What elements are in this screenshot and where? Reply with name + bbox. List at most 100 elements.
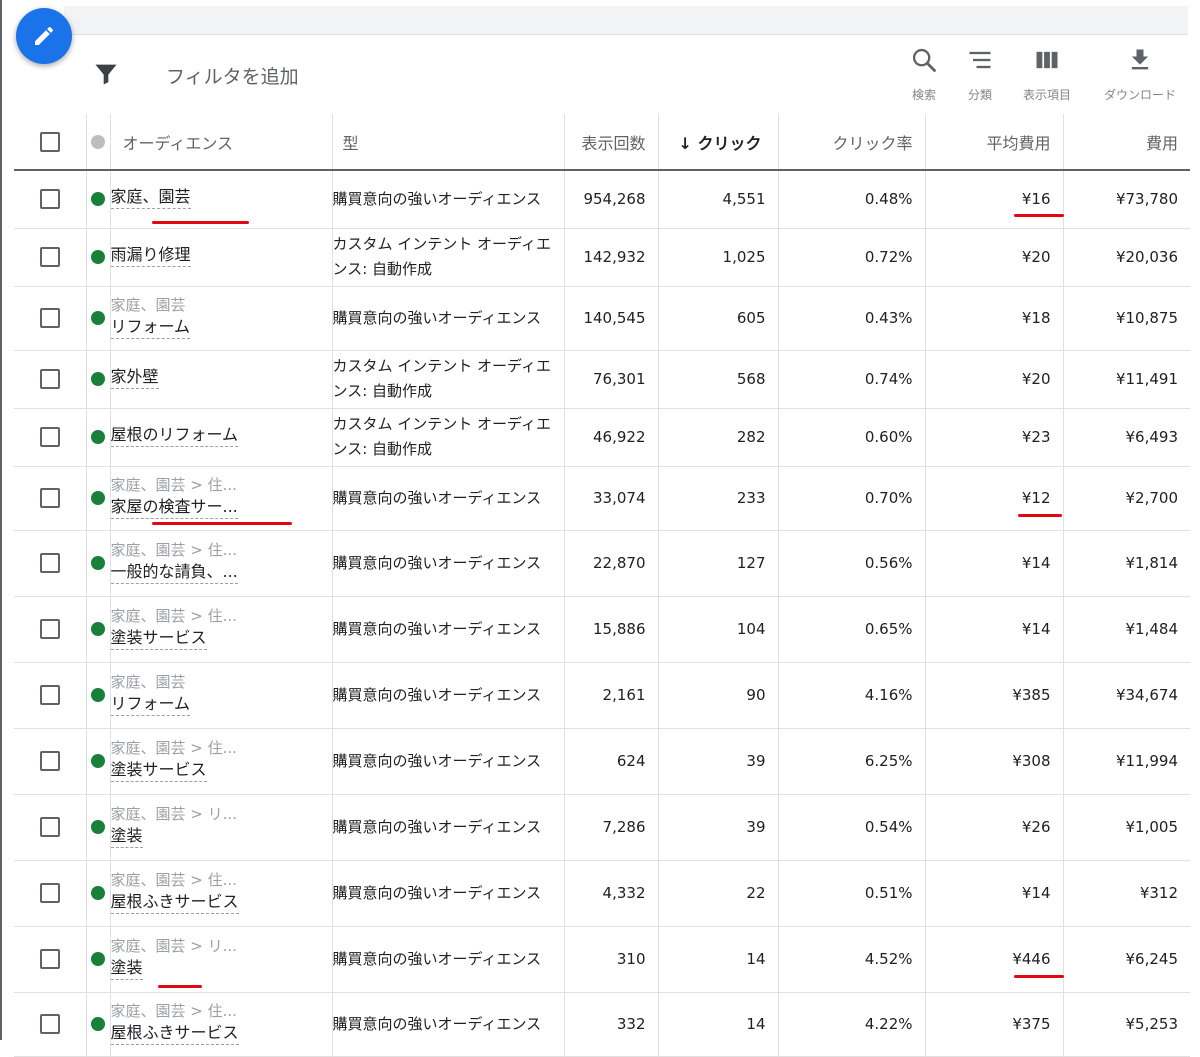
row-checkbox-cell — [14, 860, 87, 927]
table-row[interactable]: 家庭、園芸 購買意向の強いオーディエンス 954,268 4,551 0.48% ¥16 ¥… — [14, 170, 1190, 229]
row-checkbox[interactable] — [39, 247, 60, 267]
impressions-cell: 2,161 — [564, 662, 659, 729]
clicks-cell: 233 — [658, 466, 779, 531]
table-row[interactable]: 家庭、園芸 > 住... 家屋の検査サー... 購買意向の強いオーディエンス 33,0… — [14, 466, 1190, 531]
table-row[interactable]: 家庭、園芸 リフォーム 購買意向の強いオーディエンス 140,545 605 0.43% ¥… — [14, 286, 1190, 351]
table-row[interactable]: 家庭、園芸 > 住... 一般的な請負、... 購買意向の強いオーディエンス 22,8… — [14, 530, 1190, 597]
row-checkbox[interactable] — [39, 619, 60, 639]
type-cell: 購買意向の強いオーディエンス — [332, 286, 565, 351]
red-highlight-underline — [152, 221, 249, 224]
row-checkbox[interactable] — [39, 488, 60, 508]
clicks-cell: 282 — [658, 408, 779, 467]
row-status-cell — [86, 662, 111, 729]
sort-arrow-down-icon: ↓ — [678, 133, 692, 153]
ctr-cell: 0.70% — [778, 466, 926, 531]
row-checkbox[interactable] — [39, 308, 60, 328]
clicks-cell: 568 — [658, 350, 779, 409]
header-cost[interactable]: 費用 — [1063, 114, 1190, 171]
type-cell: カスタム インテント オーディエンス: 自動作成 — [332, 350, 565, 409]
header-type[interactable]: 型 — [332, 114, 565, 171]
select-all-checkbox[interactable] — [39, 131, 60, 152]
row-checkbox-cell — [14, 662, 87, 729]
status-enabled-icon — [91, 820, 105, 834]
audience-cell: 家庭、園芸 リフォーム — [110, 286, 333, 351]
row-checkbox[interactable] — [39, 369, 60, 389]
table-row[interactable]: 家庭、園芸 > リ... 塗装 購買意向の強いオーディエンス 310 14 4.52% ¥4… — [14, 926, 1190, 993]
impressions-cell: 624 — [564, 728, 659, 795]
ctr-cell: 4.22% — [778, 992, 926, 1057]
ctr-cell: 0.60% — [778, 408, 926, 467]
row-checkbox-cell — [14, 596, 87, 663]
header-audience[interactable]: オーディエンス — [110, 114, 333, 171]
type-cell: 購買意向の強いオーディエンス — [332, 728, 565, 795]
row-checkbox-cell — [14, 170, 87, 229]
audience-name-link[interactable]: 家庭、園芸 — [110, 186, 191, 209]
avg-cost-cell: ¥308 — [925, 728, 1064, 795]
ctr-cell: 4.16% — [778, 662, 926, 729]
audience-name-link[interactable]: 一般的な請負、... — [110, 561, 238, 584]
avg-cost-cell: ¥385 — [925, 662, 1064, 729]
audience-table: オーディエンス 型 表示回数 ↓ クリック クリック率 平均費用 費用 家庭、園… — [14, 114, 1190, 1057]
table-row[interactable]: 家庭、園芸 > 住... 屋根ふきサービス 購買意向の強いオーディエンス 332 14 4… — [14, 992, 1190, 1057]
row-checkbox[interactable] — [39, 883, 60, 903]
audience-name-link[interactable]: 屋根のリフォーム — [110, 424, 239, 447]
audience-name-link[interactable]: リフォーム — [110, 316, 191, 339]
table-row[interactable]: 家外壁 カスタム インテント オーディエンス: 自動作成 76,301 568 0.74… — [14, 350, 1190, 409]
audience-name-link[interactable]: 塗装 — [110, 957, 143, 980]
impressions-cell: 15,886 — [564, 596, 659, 663]
download-tool-button[interactable]: ダウンロード — [1094, 46, 1186, 103]
filter-icon[interactable] — [92, 60, 120, 88]
table-row[interactable]: 家庭、園芸 > 住... 塗装サービス 購買意向の強いオーディエンス 624 39 6.2… — [14, 728, 1190, 795]
top-strip — [64, 6, 1188, 35]
row-checkbox-cell — [14, 926, 87, 993]
audience-name-link[interactable]: 屋根ふきサービス — [110, 1022, 239, 1045]
segment-tool-button[interactable]: 分類 — [960, 46, 1000, 103]
cost-cell: ¥312 — [1063, 860, 1190, 927]
status-enabled-icon — [91, 556, 105, 570]
row-checkbox[interactable] — [39, 685, 60, 705]
audience-cell: 家外壁 — [110, 350, 333, 409]
type-cell: 購買意向の強いオーディエンス — [332, 466, 565, 531]
row-checkbox[interactable] — [39, 751, 60, 771]
clicks-cell: 4,551 — [658, 170, 779, 229]
audience-cell: 雨漏り修理 — [110, 228, 333, 287]
avg-cost-cell: ¥14 — [925, 596, 1064, 663]
table-row[interactable]: 家庭、園芸 リフォーム 購買意向の強いオーディエンス 2,161 90 4.16% ¥385… — [14, 662, 1190, 729]
table-row[interactable]: 屋根のリフォーム カスタム インテント オーディエンス: 自動作成 46,922 28… — [14, 408, 1190, 467]
type-cell: 購買意向の強いオーディエンス — [332, 530, 565, 597]
header-impressions[interactable]: 表示回数 — [564, 114, 659, 171]
table-row[interactable]: 家庭、園芸 > 住... 屋根ふきサービス 購買意向の強いオーディエンス 4,332 2… — [14, 860, 1190, 927]
header-clicks[interactable]: ↓ クリック — [658, 114, 779, 171]
audience-name-link[interactable]: 塗装サービス — [110, 627, 207, 650]
audience-cell: 家庭、園芸 > 住... 家屋の検査サー... — [110, 466, 333, 531]
audience-name-link[interactable]: 家屋の検査サー... — [110, 496, 238, 519]
row-checkbox[interactable] — [39, 189, 60, 210]
audience-name-link[interactable]: リフォーム — [110, 693, 191, 716]
header-ctr[interactable]: クリック率 — [778, 114, 926, 171]
row-checkbox[interactable] — [39, 817, 60, 837]
clicks-cell: 14 — [658, 926, 779, 993]
segment-icon — [969, 51, 991, 69]
audience-name-link[interactable]: 家外壁 — [110, 366, 159, 389]
avg-cost-cell: ¥20 — [925, 350, 1064, 409]
row-checkbox[interactable] — [39, 427, 60, 447]
columns-tool-button[interactable]: 表示項目 — [1016, 46, 1078, 103]
header-avg-cost[interactable]: 平均費用 — [925, 114, 1064, 171]
type-cell: 購買意向の強いオーディエンス — [332, 926, 565, 993]
table-row[interactable]: 雨漏り修理 カスタム インテント オーディエンス: 自動作成 142,932 1,02… — [14, 228, 1190, 287]
segment-label: 分類 — [967, 88, 992, 102]
search-tool-button[interactable]: 検索 — [904, 46, 944, 103]
audience-cell: 家庭、園芸 — [110, 170, 333, 229]
audience-name-link[interactable]: 塗装 — [110, 825, 143, 848]
row-checkbox[interactable] — [39, 1014, 60, 1034]
table-row[interactable]: 家庭、園芸 > リ... 塗装 購買意向の強いオーディエンス 7,286 39 0.54%… — [14, 794, 1190, 861]
row-checkbox[interactable] — [39, 553, 60, 573]
type-cell: 購買意向の強いオーディエンス — [332, 170, 565, 229]
type-cell: カスタム インテント オーディエンス: 自動作成 — [332, 408, 565, 467]
audience-name-link[interactable]: 雨漏り修理 — [110, 244, 191, 267]
table-row[interactable]: 家庭、園芸 > 住... 塗装サービス 購買意向の強いオーディエンス 15,886 10… — [14, 596, 1190, 663]
audience-name-link[interactable]: 屋根ふきサービス — [110, 891, 239, 914]
audience-name-link[interactable]: 塗装サービス — [110, 759, 207, 782]
row-checkbox[interactable] — [39, 949, 60, 969]
add-filter-input[interactable]: フィルタを追加 — [166, 62, 299, 89]
